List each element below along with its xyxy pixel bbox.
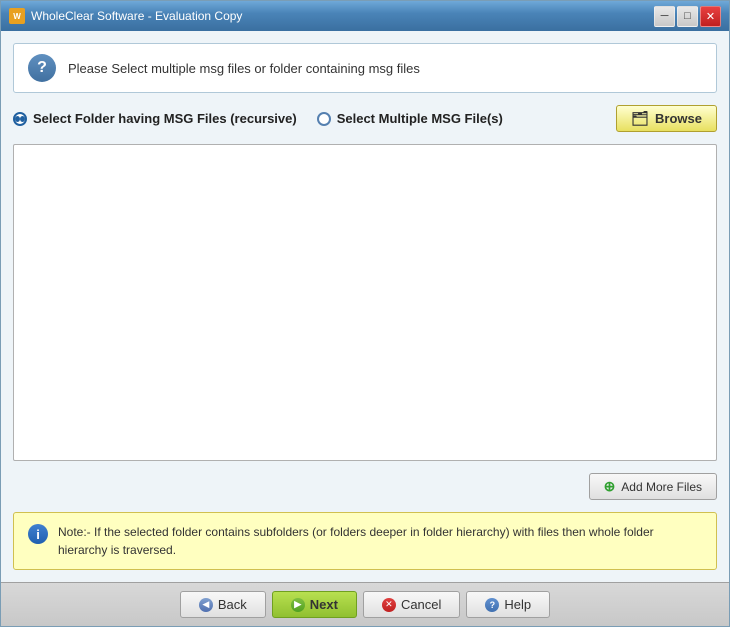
- radio-group: Select Folder having MSG Files (recursiv…: [13, 111, 616, 126]
- title-bar-left: W WholeClear Software - Evaluation Copy: [9, 8, 242, 24]
- radio-files-input[interactable]: [317, 112, 331, 126]
- help-label: Help: [504, 597, 531, 612]
- info-icon: i: [28, 524, 48, 544]
- next-icon: ▶: [291, 598, 305, 612]
- title-bar: W WholeClear Software - Evaluation Copy …: [1, 1, 729, 31]
- cancel-icon: ✕: [382, 598, 396, 612]
- browse-button[interactable]: 🗂 Browse: [616, 105, 717, 132]
- help-button[interactable]: ? Help: [466, 591, 550, 618]
- header-text: Please Select multiple msg files or fold…: [68, 61, 420, 76]
- app-icon: W: [9, 8, 25, 24]
- svg-text:W: W: [13, 12, 21, 21]
- help-icon: ?: [485, 598, 499, 612]
- radio-folder-label: Select Folder having MSG Files (recursiv…: [33, 111, 297, 126]
- radio-option-folder[interactable]: Select Folder having MSG Files (recursiv…: [13, 111, 297, 126]
- question-icon: ?: [28, 54, 56, 82]
- content-area: ? Please Select multiple msg files or fo…: [1, 31, 729, 582]
- note-section: i Note:- If the selected folder contains…: [13, 512, 717, 570]
- add-more-label: Add More Files: [621, 480, 702, 494]
- minimize-button[interactable]: ─: [654, 6, 675, 27]
- radio-files-label: Select Multiple MSG File(s): [337, 111, 503, 126]
- file-list-area: [13, 144, 717, 461]
- main-window: W WholeClear Software - Evaluation Copy …: [0, 0, 730, 627]
- close-button[interactable]: ✕: [700, 6, 721, 27]
- cancel-button[interactable]: ✕ Cancel: [363, 591, 460, 618]
- add-more-button[interactable]: ⊕ Add More Files: [589, 473, 717, 500]
- bottom-bar: ◀ Back ▶ Next ✕ Cancel ? Help: [1, 582, 729, 626]
- title-bar-buttons: ─ □ ✕: [654, 6, 721, 27]
- radio-option-files[interactable]: Select Multiple MSG File(s): [317, 111, 503, 126]
- browse-label: Browse: [655, 111, 702, 126]
- back-button[interactable]: ◀ Back: [180, 591, 266, 618]
- browse-icon: 🗂: [631, 110, 649, 127]
- add-icon: ⊕: [604, 478, 616, 495]
- radio-folder-input[interactable]: [13, 112, 27, 126]
- note-text: Note:- If the selected folder contains s…: [58, 523, 702, 559]
- add-more-row: ⊕ Add More Files: [13, 471, 717, 502]
- back-icon: ◀: [199, 598, 213, 612]
- window-title: WholeClear Software - Evaluation Copy: [31, 9, 242, 23]
- back-label: Back: [218, 597, 247, 612]
- cancel-label: Cancel: [401, 597, 441, 612]
- next-button[interactable]: ▶ Next: [272, 591, 357, 618]
- next-label: Next: [310, 597, 338, 612]
- maximize-button[interactable]: □: [677, 6, 698, 27]
- options-row: Select Folder having MSG Files (recursiv…: [13, 103, 717, 134]
- header-section: ? Please Select multiple msg files or fo…: [13, 43, 717, 93]
